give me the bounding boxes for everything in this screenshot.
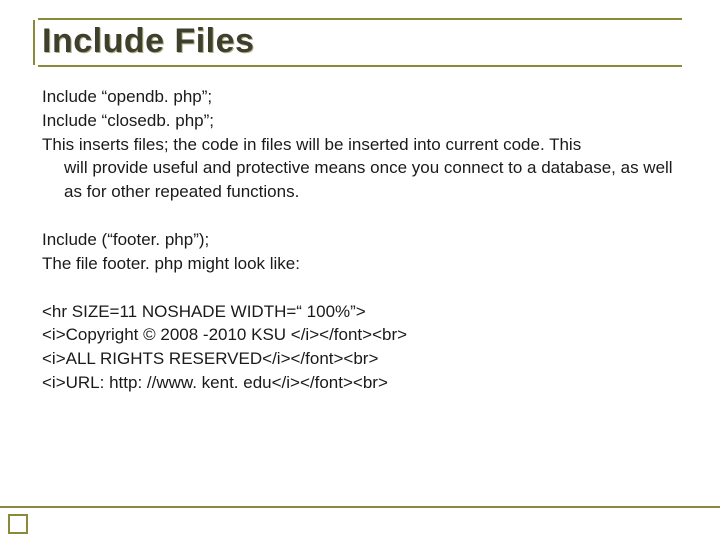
code-line: The file footer. php might look like:	[42, 252, 682, 276]
footer-band	[0, 506, 720, 540]
paragraph-block-1: Include “opendb. php”; Include “closedb.…	[42, 85, 682, 204]
code-line: <i>Copyright © 2008 -2010 KSU </i></font…	[42, 323, 682, 347]
slide: Include Files Include “opendb. php”; Inc…	[0, 0, 720, 395]
description-cont: will provide useful and protective means…	[42, 156, 682, 204]
paragraph-block-3: <hr SIZE=11 NOSHADE WIDTH=“ 100%”> <i>Co…	[42, 300, 682, 395]
code-line: Include (“footer. php”);	[42, 228, 682, 252]
code-line: Include “closedb. php”;	[42, 109, 682, 133]
corner-square-icon	[8, 514, 28, 534]
title-container: Include Files	[38, 18, 682, 67]
slide-title: Include Files	[38, 22, 682, 61]
code-line: <i>URL: http: //www. kent. edu</i></font…	[42, 371, 682, 395]
paragraph-block-2: Include (“footer. php”); The file footer…	[42, 228, 682, 276]
description-lead: This inserts files; the code in files wi…	[42, 133, 682, 157]
code-line: <hr SIZE=11 NOSHADE WIDTH=“ 100%”>	[42, 300, 682, 324]
code-line: <i>ALL RIGHTS RESERVED</i></font><br>	[42, 347, 682, 371]
code-line: Include “opendb. php”;	[42, 85, 682, 109]
slide-content: Include “opendb. php”; Include “closedb.…	[38, 85, 682, 395]
